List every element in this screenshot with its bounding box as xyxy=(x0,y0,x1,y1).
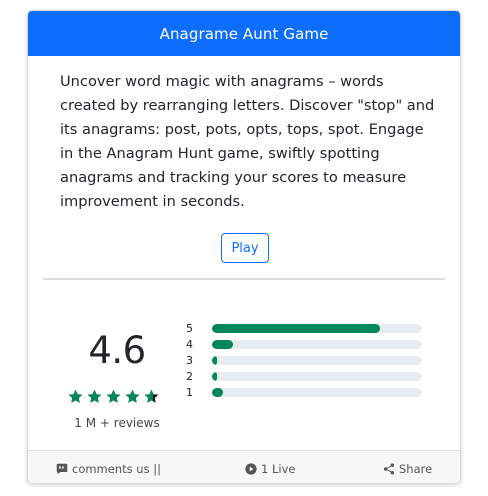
rating-bar-fill xyxy=(212,355,218,365)
star-full-icon xyxy=(68,389,83,403)
rating-bar-fill xyxy=(212,387,223,397)
play-button[interactable]: Play xyxy=(221,233,269,263)
live-label: 1 Live xyxy=(261,461,296,476)
share-button[interactable]: Share xyxy=(383,451,433,483)
rating-bar-track xyxy=(212,323,422,333)
rating-bar-track xyxy=(212,387,422,397)
rating-bar-1: 1 xyxy=(186,385,426,399)
card-header: Anagrame Aunt Game xyxy=(28,11,460,56)
star-rating xyxy=(68,389,168,405)
star-half-icon xyxy=(144,389,159,403)
rating-bar-track xyxy=(212,339,422,349)
rating-bar-label: 5 xyxy=(186,321,193,335)
comments-link[interactable]: comments us || xyxy=(56,451,161,483)
game-card: Anagrame Aunt Game Uncover word magic wi… xyxy=(27,10,461,484)
rating-bar-track xyxy=(212,355,422,365)
star-full-icon xyxy=(87,389,102,403)
average-rating: 4.6 xyxy=(88,329,146,372)
rating-bar-3: 3 xyxy=(186,353,426,367)
rating-bar-4: 4 xyxy=(186,337,426,351)
rating-bar-fill xyxy=(212,371,217,381)
divider xyxy=(43,278,445,280)
review-count: 1 M + reviews xyxy=(74,416,160,430)
star-full-icon xyxy=(106,389,121,403)
star-full-icon xyxy=(125,389,140,403)
play-circle-icon xyxy=(245,462,257,475)
rating-bar-track xyxy=(212,371,422,381)
rating-bar-label: 3 xyxy=(186,353,193,367)
share-icon xyxy=(383,463,395,474)
rating-bar-fill xyxy=(212,339,233,349)
card-footer: comments us || 1 Live Share xyxy=(28,450,460,483)
game-description: Uncover word magic with anagrams – words… xyxy=(60,73,435,210)
comments-label: comments us || xyxy=(72,461,161,476)
comment-icon xyxy=(56,463,68,474)
rating-bar-fill xyxy=(212,323,380,333)
rating-bar-2: 2 xyxy=(186,369,426,383)
rating-bar-5: 5 xyxy=(186,321,426,335)
card-title: Anagrame Aunt Game xyxy=(159,24,329,43)
share-label: Share xyxy=(399,461,433,476)
rating-bar-label: 4 xyxy=(186,337,193,351)
rating-bar-label: 1 xyxy=(186,385,193,399)
live-indicator[interactable]: 1 Live xyxy=(245,451,296,483)
rating-bar-label: 2 xyxy=(186,369,193,383)
